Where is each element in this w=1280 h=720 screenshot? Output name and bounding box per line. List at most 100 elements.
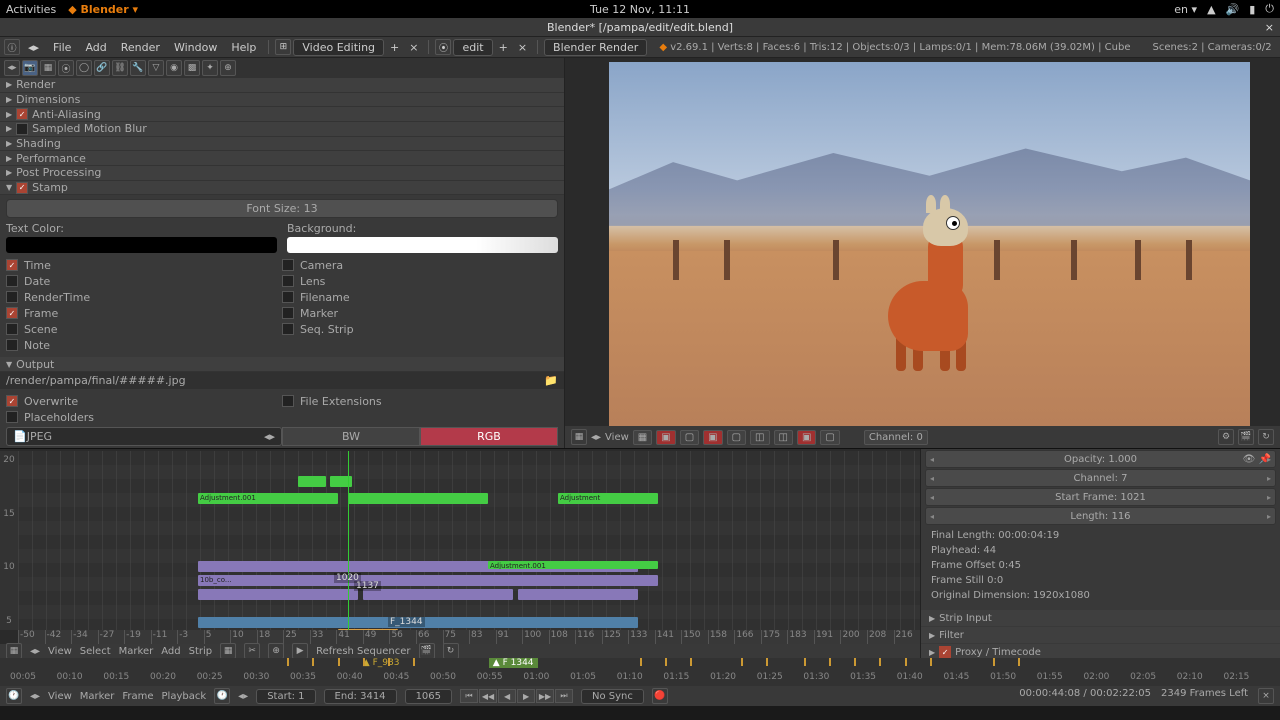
stamp-opt-scene[interactable]: Scene (6, 321, 282, 337)
display-icon-2[interactable]: ▢ (680, 430, 699, 445)
strip-green-small-1[interactable] (298, 476, 326, 487)
display-icon-6[interactable]: ◫ (774, 430, 793, 445)
texture-tab-icon[interactable]: ▩ (184, 60, 200, 76)
play-button[interactable]: ▶ (517, 689, 535, 703)
format-dropdown[interactable]: 📄 JPEG◂▸ (6, 427, 282, 446)
length-field[interactable]: ◂▸Length: 116 (925, 507, 1276, 525)
sequencer-tracks[interactable]: 1020 1137 F_1344 Adjustment.001 Adjustme… (18, 451, 920, 630)
power-icon[interactable]: ⏻ (1265, 2, 1274, 16)
activities-button[interactable]: Activities (6, 3, 56, 16)
scene-tab-icon[interactable]: ⦿ (58, 60, 74, 76)
tl-menu-frame[interactable]: Frame (122, 691, 153, 702)
seq-tool-icon-1[interactable]: ✂ (244, 643, 260, 658)
overwrite-checkbox[interactable]: ✓Overwrite (6, 393, 282, 409)
seq-menu-marker[interactable]: Marker (119, 646, 154, 657)
strip-adjustment-1[interactable]: Adjustment.001 (198, 493, 338, 504)
refresh-icon[interactable]: ↻ (1258, 429, 1274, 445)
expand-icon[interactable]: ◂▸ (4, 60, 20, 76)
text-color-swatch[interactable] (6, 237, 277, 253)
display-icon-1[interactable]: ▣ (656, 430, 675, 445)
layout-add-button[interactable]: + (386, 41, 403, 54)
seq-display-icon[interactable]: ▦ (220, 643, 236, 658)
timeline[interactable]: ▲ F_983 ▲ F 1344 00:0500:1000:1500:2000:… (0, 658, 1280, 686)
rgb-toggle[interactable]: RGB (420, 427, 558, 446)
opacity-field[interactable]: ◂▸Opacity: 1.000👁 📌 (925, 450, 1276, 468)
strip-adjustment-3[interactable]: Adjustment (558, 493, 658, 504)
gear-icon[interactable]: ⚙ (1218, 429, 1234, 445)
seq-refresh-icon[interactable]: ↻ (443, 643, 459, 658)
jump-end-button[interactable]: ⏭ (555, 689, 573, 703)
scene-add-button[interactable]: + (495, 41, 512, 54)
scene-remove-button[interactable]: × (514, 41, 531, 54)
data-tab-icon[interactable]: ▽ (148, 60, 164, 76)
start-frame-field[interactable]: ◂▸Start Frame: 1021 (925, 488, 1276, 506)
menu-add[interactable]: Add (79, 39, 112, 56)
seq-menu-strip[interactable]: Strip (189, 646, 213, 657)
current-frame-marker[interactable]: ▲ F 1344 (489, 658, 538, 668)
playhead[interactable] (348, 451, 349, 630)
seq-menu-select[interactable]: Select (80, 646, 111, 657)
section-sampled-motion-blur[interactable]: ▶Sampled Motion Blur (0, 122, 564, 137)
seq-menu-view[interactable]: View (48, 646, 72, 657)
prev-keyframe-button[interactable]: ◀◀ (479, 689, 497, 703)
jump-start-button[interactable]: ⏮ (460, 689, 478, 703)
scene-icon[interactable]: ⦿ (435, 39, 451, 55)
strip-video-2[interactable]: 10b_co... (198, 575, 658, 586)
range-icon[interactable]: 🕐 (214, 688, 230, 704)
chevron-icon[interactable]: ◂▸ (30, 691, 40, 702)
menu-help[interactable]: Help (225, 39, 262, 56)
stamp-opt-camera[interactable]: Camera (282, 257, 558, 273)
layout-dropdown[interactable]: Video Editing (293, 39, 384, 56)
strip-adjustment-4[interactable]: Adjustment.001 (488, 561, 658, 569)
file-extensions-checkbox[interactable]: File Extensions (282, 393, 558, 409)
current-frame-field[interactable]: 1065 (405, 689, 452, 704)
app-indicator[interactable]: ◆ Blender ▾ (68, 3, 138, 16)
section-post-processing[interactable]: ▶Post Processing (0, 166, 564, 181)
sync-dropdown[interactable]: No Sync (581, 689, 644, 704)
section-output[interactable]: ▼Output (0, 357, 564, 372)
stamp-opt-date[interactable]: Date (6, 273, 282, 289)
layers-tab-icon[interactable]: ▦ (40, 60, 56, 76)
strip-video-5[interactable] (518, 589, 638, 600)
strip-video-3[interactable] (198, 589, 358, 600)
seq-menu-add[interactable]: Add (161, 646, 180, 657)
wifi-icon[interactable]: ▲ (1207, 3, 1215, 16)
range-toggle-icon[interactable]: ◂▸ (238, 691, 248, 702)
next-keyframe-button[interactable]: ▶▶ (536, 689, 554, 703)
display-icon-5[interactable]: ◫ (750, 430, 769, 445)
object-tab-icon[interactable]: 🔗 (94, 60, 110, 76)
start-frame-field[interactable]: Start: 1 (256, 689, 315, 704)
clock[interactable]: Tue 12 Nov, 11:11 (590, 3, 690, 16)
particles-tab-icon[interactable]: ✦ (202, 60, 218, 76)
tl-menu-view[interactable]: View (48, 691, 72, 702)
section-anti-aliasing[interactable]: ▶✓Anti-Aliasing (0, 107, 564, 122)
display-icon-4[interactable]: ▢ (727, 430, 746, 445)
lang-indicator[interactable]: en ▾ (1174, 3, 1197, 16)
stamp-opt-seq-strip[interactable]: Seq. Strip (282, 321, 558, 337)
material-tab-icon[interactable]: ◉ (166, 60, 182, 76)
output-path-field[interactable]: /render/pampa/final/#####.jpg (6, 374, 186, 387)
display-icon-3[interactable]: ▣ (703, 430, 722, 445)
channel-field[interactable]: Channel: 0 (864, 430, 928, 445)
timeline-ruler[interactable]: 00:0500:1000:1500:2000:2500:3000:3500:40… (10, 672, 1270, 686)
world-tab-icon[interactable]: ◯ (76, 60, 92, 76)
modifiers-tab-icon[interactable]: 🔧 (130, 60, 146, 76)
chevron-icon[interactable]: ◂▸ (591, 432, 601, 443)
display-icon-7[interactable]: ▣ (797, 430, 816, 445)
info-editor-icon[interactable]: ⓘ (4, 39, 20, 55)
stamp-opt-note[interactable]: Note (6, 337, 282, 353)
constraints-tab-icon[interactable]: ⛓ (112, 60, 128, 76)
render-tab-icon[interactable]: 📷 (22, 60, 38, 76)
menu-file[interactable]: File (47, 39, 77, 56)
stamp-opt-frame[interactable]: ✓Frame (6, 305, 282, 321)
tl-menu-marker[interactable]: Marker (80, 691, 115, 702)
section-performance[interactable]: ▶Performance (0, 151, 564, 166)
preview-view-menu[interactable]: View (605, 432, 629, 443)
window-close-icon[interactable]: × (1265, 21, 1274, 34)
clapper-icon[interactable]: 🎬 (1238, 429, 1254, 445)
stamp-opt-time[interactable]: ✓Time (6, 257, 282, 273)
folder-browse-icon[interactable]: 📁 (544, 374, 558, 387)
volume-icon[interactable]: 🔊 (1226, 3, 1240, 16)
display-icon-8[interactable]: ▢ (820, 430, 839, 445)
scene-dropdown[interactable]: edit (453, 39, 492, 56)
